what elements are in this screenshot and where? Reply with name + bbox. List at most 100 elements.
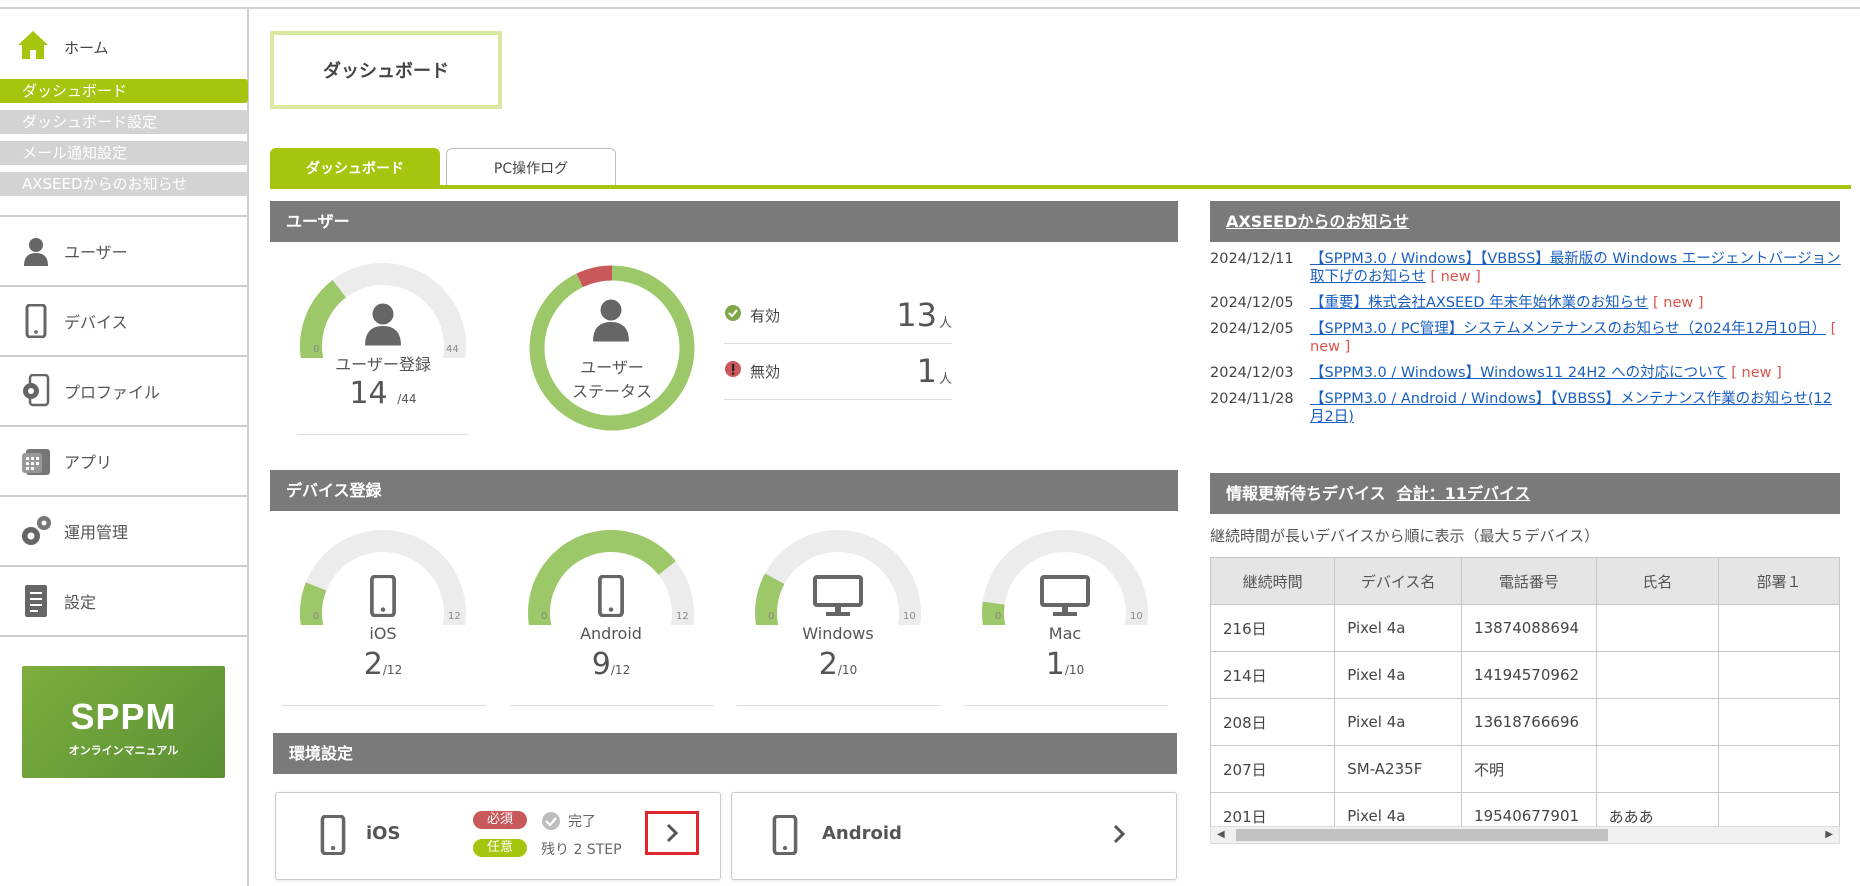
subnav-item-dashboard-settings[interactable]: ダッシュボード設定 (0, 110, 248, 134)
gauge-value-number: 2 (818, 647, 838, 682)
home-link[interactable]: ホーム (16, 27, 109, 67)
gauge-min-tick: 0 (995, 611, 1002, 622)
table-row[interactable]: 216日 Pixel 4a 13874088694 (1210, 604, 1840, 652)
sidebar-item-settings[interactable]: 設定 (0, 565, 247, 637)
device-gauge-ios: 0 12 iOS 2/12 (290, 525, 476, 695)
donut-label-2: ステータス (571, 382, 652, 401)
pending-total-link[interactable]: 合計：11デバイス (1397, 484, 1531, 503)
android-next-button[interactable] (1112, 823, 1126, 849)
column-header[interactable]: 氏名 (1595, 557, 1720, 605)
gauge-label: Mac (1048, 624, 1082, 643)
news-body: 【重要】株式会社AXSEED 年末年始休業のお知らせ [ new ] (1310, 294, 1704, 312)
news-new-badge: [ new ] (1652, 295, 1704, 311)
table-cell: Pixel 4a (1334, 604, 1463, 652)
table-cell: 214日 (1210, 651, 1336, 699)
app-grid-icon (18, 443, 54, 479)
gauge-label: iOS (369, 624, 397, 643)
column-header[interactable]: 継続時間 (1210, 557, 1336, 605)
stat-inactive-count: 1 (916, 352, 937, 390)
user-icon (362, 300, 404, 350)
column-header[interactable]: 部署１ (1718, 557, 1840, 605)
table-row[interactable]: 201日 Pixel 4a 19540677901 あああ (1210, 792, 1840, 827)
news-date: 2024/12/03 (1210, 365, 1294, 381)
user-registration-gauge: 0 44 ユーザー登録 14 /44 (290, 258, 476, 418)
divider (298, 434, 468, 435)
column-header[interactable]: デバイス名 (1334, 557, 1463, 605)
table-row[interactable]: 208日 Pixel 4a 13618766696 (1210, 698, 1840, 746)
table-cell: 13874088694 (1461, 604, 1597, 652)
sidebar-item-label: デバイス (64, 313, 128, 332)
stat-inactive-row: 無効 1 人 (724, 343, 952, 400)
donut-chart (529, 265, 695, 431)
news-link[interactable]: 【重要】株式会社AXSEED 年末年始休業のお知らせ (1310, 295, 1648, 311)
scroll-left-arrow[interactable]: ◀ (1217, 827, 1225, 843)
ios-setup-card: iOS 必須 完了 任意 残り 2 STEP (275, 792, 721, 880)
news-item: 2024/12/03 【SPPM3.0 / Windows】Windows11 … (1210, 364, 1842, 382)
home-icon (16, 29, 50, 65)
news-item: 2024/12/05 【SPPM3.0 / PC管理】システムメンテナンスのお知… (1210, 320, 1842, 356)
sidebar-item-devices[interactable]: デバイス (0, 285, 247, 355)
subnav-item-axseed-news[interactable]: AXSEEDからのお知らせ (0, 172, 248, 196)
profile-gear-icon (18, 373, 54, 409)
news-header-link[interactable]: AXSEEDからのお知らせ (1226, 212, 1409, 231)
check-icon (724, 304, 742, 326)
sidebar-item-operations[interactable]: 運用管理 (0, 495, 247, 565)
news-link[interactable]: 【SPPM3.0 / PC管理】システムメンテナンスのお知らせ（2024年12月… (1310, 321, 1826, 337)
gauge-max-tick: 10 (903, 611, 916, 622)
gauge-value: 2/12 (290, 647, 476, 682)
home-label: ホーム (64, 38, 109, 57)
news-item: 2024/12/05 【重要】株式会社AXSEED 年末年始休業のお知らせ [ … (1210, 294, 1842, 312)
divider (964, 705, 1168, 706)
gauge-value-number: 9 (591, 647, 611, 682)
scroll-thumb[interactable] (1236, 829, 1608, 841)
tab-dashboard[interactable]: ダッシュボード (270, 148, 440, 186)
table-cell: 14194570962 (1461, 651, 1597, 699)
news-link[interactable]: 【SPPM3.0 / Android / Windows】【VBBSS】メンテナ… (1310, 391, 1832, 425)
manual-banner[interactable]: SPPM オンラインマニュアル (22, 666, 225, 778)
gauge-min-tick: 0 (768, 611, 775, 622)
device-gauge-windows: 0 10 Windows 2/10 (745, 525, 931, 695)
sidebar-item-apps[interactable]: アプリ (0, 425, 247, 495)
document-icon (18, 583, 54, 619)
gauge-value-number: 14 (349, 376, 388, 411)
news-new-badge: [ new ] (1430, 269, 1481, 285)
subnav-item-mail-settings[interactable]: メール通知設定 (0, 141, 248, 165)
sidebar-item-profiles[interactable]: プロファイル (0, 355, 247, 425)
scroll-right-arrow[interactable]: ▶ (1825, 827, 1833, 843)
news-date: 2024/11/28 (1210, 391, 1294, 407)
table-cell (1595, 651, 1720, 699)
stat-active-unit: 人 (938, 315, 952, 331)
news-link[interactable]: 【SPPM3.0 / Windows】Windows11 24H2 への対応につ… (1310, 365, 1727, 381)
tab-bar: ダッシュボード PC操作ログ (270, 148, 622, 187)
pending-table: 継続時間 デバイス名 電話番号 氏名 部署１ 216日 Pixel 4a 1387408869… (1210, 557, 1840, 827)
news-item: 2024/11/28 【SPPM3.0 / Android / Windows】… (1210, 390, 1842, 426)
next-button[interactable] (645, 811, 699, 855)
gauge-label: Windows (802, 624, 874, 643)
chevron-right-icon (1113, 824, 1126, 844)
pending-table-viewport: 継続時間 デバイス名 電話番号 氏名 部署１ 216日 Pixel 4a 1387408869… (1210, 557, 1840, 827)
pending-panel-header: 情報更新待ちデバイス 合計：11デバイス (1210, 473, 1840, 514)
table-cell (1595, 745, 1720, 793)
news-body: 【SPPM3.0 / PC管理】システムメンテナンスのお知らせ（2024年12月… (1310, 320, 1842, 356)
gauge-min-tick: 0 (313, 611, 320, 622)
news-link[interactable]: 【SPPM3.0 / Windows】【VBBSS】最新版の Windows エ… (1310, 251, 1841, 285)
sidebar: ホーム ダッシュボード ダッシュボード設定 メール通知設定 AXSEEDからのお… (0, 9, 249, 886)
android-setup-title: Android (822, 823, 902, 844)
table-cell (1718, 792, 1840, 827)
gauge-value-max: /44 (397, 392, 417, 406)
table-cell (1595, 698, 1720, 746)
tab-pc-log[interactable]: PC操作ログ (446, 148, 616, 186)
sidebar-item-users[interactable]: ユーザー (0, 215, 247, 285)
table-scrollbar[interactable]: ◀ ▶ (1210, 826, 1840, 844)
chevron-right-icon (666, 823, 679, 843)
news-date: 2024/12/05 (1210, 295, 1294, 311)
gauge-min-tick: 0 (541, 611, 548, 622)
sidebar-item-label: 運用管理 (64, 523, 129, 542)
table-row[interactable]: 214日 Pixel 4a 14194570962 (1210, 651, 1840, 699)
column-header[interactable]: 電話番号 (1461, 557, 1597, 605)
table-cell (1718, 604, 1840, 652)
env-panel-header: 環境設定 (273, 733, 1177, 774)
sidebar-item-label: ユーザー (64, 243, 128, 262)
subnav-item-dashboard[interactable]: ダッシュボード (0, 79, 248, 103)
table-row[interactable]: 207日 SM-A235F 不明 (1210, 745, 1840, 793)
